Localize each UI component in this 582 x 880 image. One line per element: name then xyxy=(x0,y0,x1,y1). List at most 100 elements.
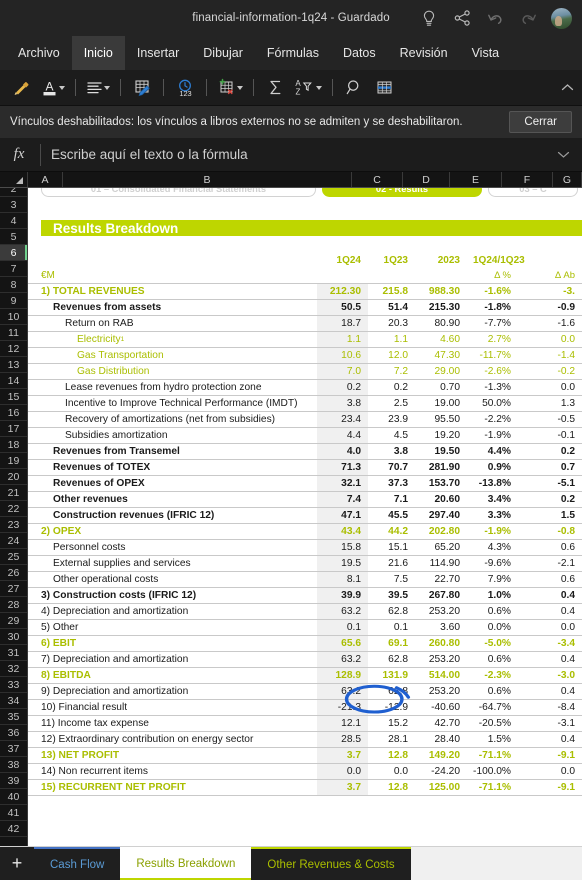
cell-value-1q23[interactable]: 62.8 xyxy=(368,684,415,699)
cell-value-1q24[interactable]: 23.4 xyxy=(317,412,368,427)
table-row[interactable]: Electricity 1 1.1 1.1 4.60 2.7% 0.0 xyxy=(28,332,582,348)
cell-value-1q24[interactable]: 8.1 xyxy=(317,572,368,587)
ribbon-tab-archivo[interactable]: Archivo xyxy=(6,36,72,70)
cell-value-2023[interactable]: 3.60 xyxy=(415,620,467,635)
cell-value-1q23[interactable]: 15.1 xyxy=(368,540,415,555)
cell-value-1q23[interactable]: -12.9 xyxy=(368,700,415,715)
row-header-34[interactable]: 34 xyxy=(0,693,27,709)
table-row[interactable]: 3) Construction costs (IFRIC 12) 39.9 39.5… xyxy=(28,588,582,604)
table-row[interactable]: Construction revenues (IFRIC 12) 47.1 45.5… xyxy=(28,508,582,524)
cell-value-1q24[interactable]: 43.4 xyxy=(317,524,368,539)
cell-value-1q23[interactable]: 1.1 xyxy=(368,332,415,347)
select-all-corner[interactable] xyxy=(0,172,28,187)
cell-value-delta-percent[interactable]: -2.2% xyxy=(467,412,518,427)
row-header-19[interactable]: 19 xyxy=(0,453,27,469)
cell-value-delta-percent[interactable]: -100.0% xyxy=(467,764,518,779)
row-header-13[interactable]: 13 xyxy=(0,357,27,373)
cell-value-delta-absolute[interactable]: 1.3 xyxy=(518,396,582,411)
cell-value-2023[interactable]: 19.20 xyxy=(415,428,467,443)
cell-value-2023[interactable]: 29.00 xyxy=(415,364,467,379)
cell-value-delta-percent[interactable]: 4.3% xyxy=(467,540,518,555)
cell-value-1q23[interactable]: 4.5 xyxy=(368,428,415,443)
ribbon-tab-dibujar[interactable]: Dibujar xyxy=(191,36,255,70)
cell-value-2023[interactable]: 22.70 xyxy=(415,572,467,587)
cell-value-delta-percent[interactable]: -5.0% xyxy=(467,636,518,651)
cell-value-delta-absolute[interactable]: -1.6 xyxy=(518,316,582,331)
cell-value-delta-absolute[interactable]: -0.8 xyxy=(518,524,582,539)
cell-value-1q23[interactable]: 2.5 xyxy=(368,396,415,411)
cell-value-1q24[interactable]: 0.2 xyxy=(317,380,368,395)
cell-value-delta-percent[interactable]: 50.0% xyxy=(467,396,518,411)
column-header-d[interactable]: D xyxy=(403,172,450,187)
cell-value-delta-percent[interactable]: 7.9% xyxy=(467,572,518,587)
row-header-21[interactable]: 21 xyxy=(0,485,27,501)
row-header-41[interactable]: 41 xyxy=(0,805,27,821)
sheet-tab-cash-flow[interactable]: Cash Flow xyxy=(34,847,121,880)
cell-value-2023[interactable]: 988.30 xyxy=(415,284,467,299)
cell-value-delta-percent[interactable]: -1.3% xyxy=(467,380,518,395)
cell-value-1q24[interactable]: 3.7 xyxy=(317,748,368,763)
sheet-tab-results-breakdown[interactable]: Results Breakdown xyxy=(120,847,252,880)
table-row[interactable]: Lease revenues from hydro protection zon… xyxy=(28,380,582,396)
cell-value-1q24[interactable]: 32.1 xyxy=(317,476,368,491)
row-header-10[interactable]: 10 xyxy=(0,309,27,325)
cell-value-2023[interactable]: 42.70 xyxy=(415,716,467,731)
cell-value-2023[interactable]: 514.00 xyxy=(415,668,467,683)
cell-value-1q23[interactable]: 21.6 xyxy=(368,556,415,571)
table-row[interactable]: 10) Financial result -21.3 -12.9 -40.60 -64.… xyxy=(28,700,582,716)
cell-value-2023[interactable]: 202.80 xyxy=(415,524,467,539)
table-row[interactable]: Subsidies amortization 4.4 4.5 19.20 -1.9% -0… xyxy=(28,428,582,444)
nav-pill-02[interactable]: 02 - Results xyxy=(322,188,482,197)
ribbon-tab-revision[interactable]: Revisión xyxy=(388,36,460,70)
cell-value-2023[interactable]: 114.90 xyxy=(415,556,467,571)
cell-value-delta-absolute[interactable]: 0.2 xyxy=(518,444,582,459)
cell-value-delta-absolute[interactable]: 0.4 xyxy=(518,652,582,667)
cell-value-delta-absolute[interactable]: 0.2 xyxy=(518,492,582,507)
cell-value-1q23[interactable]: 0.0 xyxy=(368,764,415,779)
row-header-7[interactable]: 7 xyxy=(0,261,27,277)
row-header-30[interactable]: 30 xyxy=(0,629,27,645)
cell-value-1q24[interactable]: 10.6 xyxy=(317,348,368,363)
table-row[interactable]: 13) NET PROFIT 3.7 12.8 149.20 -71.1% -9.1 xyxy=(28,748,582,764)
ribbon-tab-insertar[interactable]: Insertar xyxy=(125,36,191,70)
row-header-35[interactable]: 35 xyxy=(0,709,27,725)
cell-value-1q24[interactable]: 4.4 xyxy=(317,428,368,443)
cell-value-delta-percent[interactable]: -1.6% xyxy=(467,284,518,299)
cell-value-delta-percent[interactable]: 4.4% xyxy=(467,444,518,459)
cell-value-2023[interactable]: 153.70 xyxy=(415,476,467,491)
row-header-4[interactable]: 4 xyxy=(0,213,27,229)
cell-value-1q23[interactable]: 28.1 xyxy=(368,732,415,747)
row-header-20[interactable]: 20 xyxy=(0,469,27,485)
cell-value-delta-percent[interactable]: 1.5% xyxy=(467,732,518,747)
cell-value-delta-absolute[interactable]: -9.1 xyxy=(518,780,582,795)
table-row[interactable]: 7) Depreciation and amortization 63.2 62.8… xyxy=(28,652,582,668)
sort-filter-button[interactable]: AZ xyxy=(291,74,325,102)
font-color-button[interactable]: A xyxy=(38,74,68,102)
chevron-down-icon[interactable] xyxy=(59,85,65,90)
formula-input[interactable]: Escribe aquí el texto o la fórmula xyxy=(51,147,547,162)
cell-value-2023[interactable]: 253.20 xyxy=(415,652,467,667)
row-header-40[interactable]: 40 xyxy=(0,789,27,805)
row-header-32[interactable]: 32 xyxy=(0,661,27,677)
table-row[interactable]: 11) Income tax expense 12.1 15.2 42.70 -20.5… xyxy=(28,716,582,732)
nav-pill-03[interactable]: 03 – C xyxy=(488,188,578,197)
cell-value-1q24[interactable]: 71.3 xyxy=(317,460,368,475)
row-header-15[interactable]: 15 xyxy=(0,389,27,405)
cell-value-delta-absolute[interactable]: 0.4 xyxy=(518,604,582,619)
cell-value-delta-absolute[interactable]: -1.4 xyxy=(518,348,582,363)
row-header-5[interactable]: 5 xyxy=(0,229,27,245)
cell-value-delta-absolute[interactable]: 0.4 xyxy=(518,732,582,747)
find-icon[interactable] xyxy=(340,74,368,102)
cell-value-1q24[interactable]: 65.6 xyxy=(317,636,368,651)
table-row[interactable]: 4) Depreciation and amortization 63.2 62.8… xyxy=(28,604,582,620)
ribbon-tab-inicio[interactable]: Inicio xyxy=(71,36,125,70)
sheet-tab-other-revenues-costs[interactable]: Other Revenues & Costs xyxy=(251,847,411,880)
row-header-39[interactable]: 39 xyxy=(0,773,27,789)
table-row[interactable]: 14) Non recurrent items 0.0 0.0 -24.20 -100.… xyxy=(28,764,582,780)
row-header-9[interactable]: 9 xyxy=(0,293,27,309)
format-painter-icon[interactable] xyxy=(8,74,36,102)
cell-value-delta-percent[interactable]: 2.7% xyxy=(467,332,518,347)
cell-value-2023[interactable]: 65.20 xyxy=(415,540,467,555)
row-header-36[interactable]: 36 xyxy=(0,725,27,741)
table-row[interactable]: External supplies and services 19.5 21.6 11… xyxy=(28,556,582,572)
